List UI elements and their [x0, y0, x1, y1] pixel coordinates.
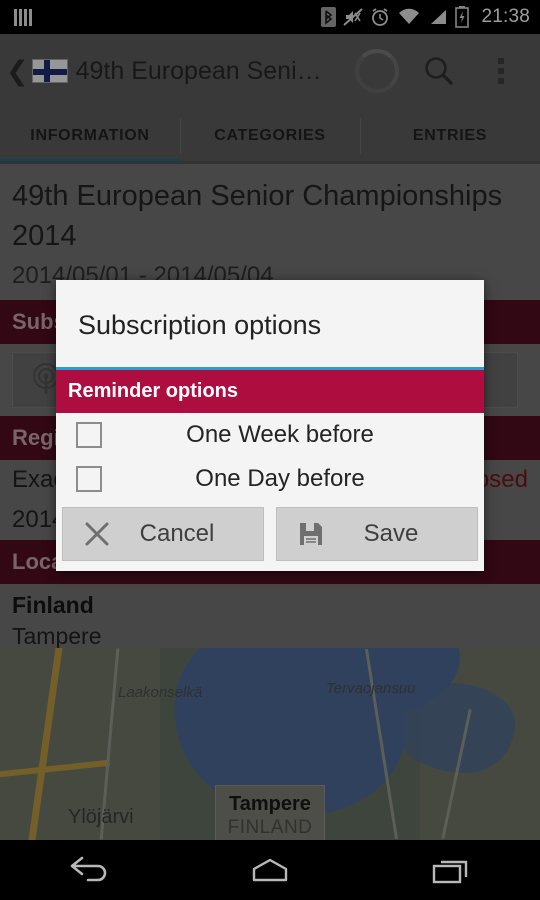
close-x-icon — [77, 520, 117, 548]
system-navigation-bar — [0, 840, 540, 900]
finland-flag-icon — [31, 59, 68, 83]
overflow-menu-icon — [498, 58, 504, 84]
action-bar-actions — [346, 40, 532, 102]
tab-information[interactable]: INFORMATION — [0, 108, 180, 164]
nav-home-button[interactable] — [215, 840, 325, 900]
status-bar: 21:38 — [0, 0, 540, 34]
alarm-icon — [372, 8, 389, 26]
map-city-marker: Tampere FINLAND — [215, 785, 325, 840]
battery-charging-icon — [455, 6, 470, 28]
map-label-laakonselka: Laakonselkä — [118, 684, 203, 701]
save-button[interactable]: Save — [276, 507, 478, 561]
action-bar: ❮ 49th European Seni… — [0, 34, 540, 108]
option-one-week-before-label: One Week before — [186, 421, 374, 448]
checkbox-one-week-before[interactable] — [76, 422, 102, 448]
option-one-day-before[interactable]: One Day before — [56, 457, 484, 501]
cellular-signal-icon — [431, 10, 447, 24]
search-icon — [425, 57, 453, 85]
location-country: Finland — [12, 592, 94, 618]
subscription-options-dialog: Subscription options Reminder options On… — [56, 280, 484, 571]
reminder-options-header: Reminder options — [56, 370, 484, 413]
dialog-body: One Week before One Day before Cancel Sa… — [56, 413, 484, 571]
cancel-button-label: Cancel — [139, 520, 215, 547]
map-city-name: Tampere — [229, 793, 311, 815]
option-one-week-before[interactable]: One Week before — [56, 413, 484, 457]
status-bar-clock: 21:38 — [481, 6, 530, 27]
save-button-label: Save — [363, 520, 419, 547]
dialog-title: Subscription options — [78, 310, 322, 340]
tab-entries[interactable]: ENTRIES — [360, 108, 540, 164]
page-title: 49th European Seni… — [75, 56, 322, 85]
option-one-day-before-label: One Day before — [195, 465, 365, 492]
up-navigation-button[interactable]: ❮ — [4, 55, 68, 86]
floppy-disk-save-icon — [291, 520, 331, 548]
status-bar-left — [14, 8, 321, 26]
loading-spinner-icon — [346, 40, 408, 102]
location-map[interactable]: Laakonselkä Tervaojansuu Ylöjärvi Tamper… — [0, 648, 540, 840]
map-city-country: FINLAND — [227, 817, 313, 838]
phone-screen: 21:38 ❮ 49th European Seni… INFORMATION … — [0, 0, 540, 900]
wifi-icon — [399, 8, 420, 24]
status-bar-right: 21:38 — [321, 6, 530, 28]
nav-back-button[interactable] — [35, 840, 145, 900]
back-chevron-icon: ❮ — [6, 55, 29, 86]
nav-recents-button[interactable] — [395, 840, 505, 900]
back-arrow-icon — [70, 856, 107, 882]
map-label-ylojarvi: Ylöjärvi — [68, 806, 134, 828]
tab-bar: INFORMATION CATEGORIES ENTRIES — [0, 108, 540, 164]
tab-categories-label: CATEGORIES — [214, 127, 326, 144]
cancel-button[interactable]: Cancel — [62, 507, 264, 561]
map-label-tervaojansuu: Tervaojansuu — [326, 680, 416, 697]
search-button[interactable] — [408, 40, 470, 102]
dialog-button-bar: Cancel Save — [56, 501, 484, 571]
recent-apps-icon — [432, 860, 468, 884]
checkbox-one-day-before[interactable] — [76, 466, 102, 492]
tab-entries-label: ENTRIES — [412, 127, 488, 144]
tab-categories[interactable]: CATEGORIES — [180, 108, 360, 164]
overflow-menu-button[interactable] — [470, 40, 532, 102]
home-icon — [252, 858, 288, 882]
tab-information-label: INFORMATION — [30, 127, 150, 144]
sim-signal-bars-icon — [14, 8, 32, 26]
bluetooth-icon — [321, 7, 337, 27]
event-title: 49th European Senior Championships 2014 — [12, 180, 503, 252]
mute-icon — [343, 8, 364, 26]
